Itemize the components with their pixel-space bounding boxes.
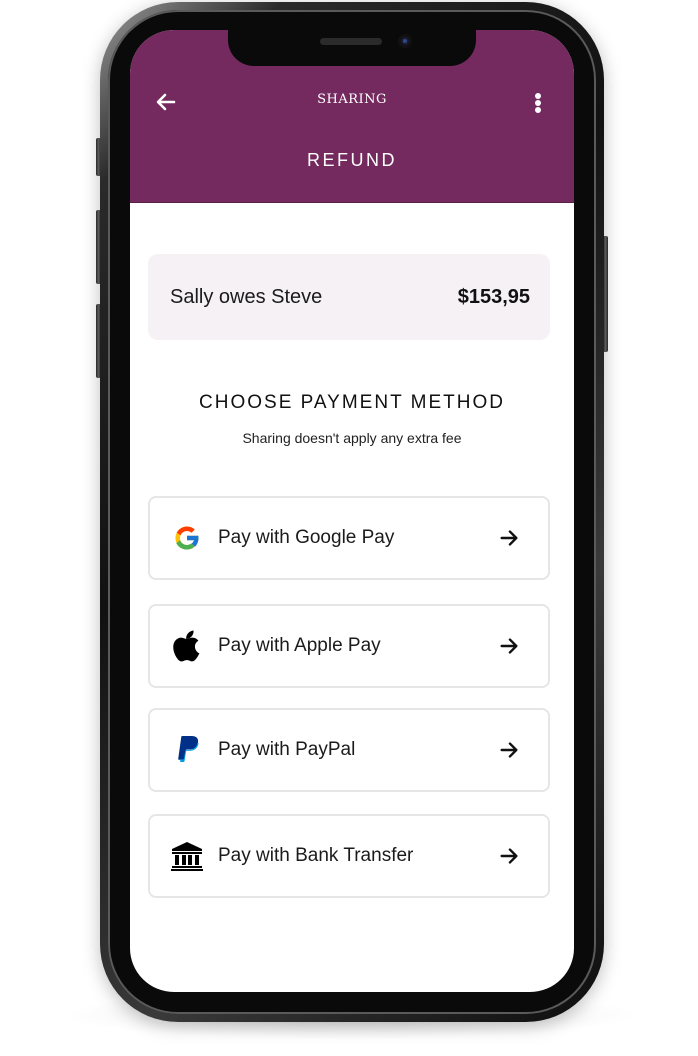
- paypal-icon: [170, 733, 204, 767]
- owes-text: Sally owes Steve: [170, 285, 323, 308]
- arrow-right-icon: [500, 530, 518, 546]
- apple-icon: [170, 629, 204, 663]
- pay-bank-transfer-label: Pay with Bank Transfer: [218, 845, 414, 866]
- owes-amount: $153,95: [457, 285, 530, 308]
- arrow-right-icon: [500, 742, 518, 758]
- section-title: CHOOSE PAYMENT METHOD: [199, 392, 505, 413]
- section-subtitle: Sharing doesn't apply any extra fee: [242, 430, 462, 446]
- app-header: SHARING REFUND: [130, 30, 574, 203]
- pay-apple-label: Pay with Apple Pay: [218, 635, 381, 656]
- pay-google-label: Pay with Google Pay: [218, 527, 395, 548]
- app-title: SHARING: [317, 92, 387, 107]
- owes-summary-card: Sally owes Steve $153,95: [148, 254, 550, 340]
- more-options-button[interactable]: [528, 90, 548, 116]
- front-camera: [398, 34, 412, 48]
- app-screen: SHARING REFUND Sally owes Steve $153,95 …: [130, 30, 574, 992]
- google-icon: [170, 521, 204, 555]
- pay-paypal-button[interactable]: Pay with PayPal: [148, 708, 550, 792]
- bank-icon: [170, 839, 204, 873]
- speaker-grille: [320, 38, 382, 45]
- pay-bank-transfer-button[interactable]: Pay with Bank Transfer: [148, 814, 550, 898]
- phone-notch: [228, 30, 476, 66]
- pay-paypal-label: Pay with PayPal: [218, 739, 356, 760]
- pay-apple-button[interactable]: Pay with Apple Pay: [148, 604, 550, 688]
- more-vertical-icon: [535, 93, 541, 99]
- arrow-right-icon: [500, 638, 518, 654]
- pay-google-button[interactable]: Pay with Google Pay: [148, 496, 550, 580]
- arrow-right-icon: [500, 848, 518, 864]
- page-title: REFUND: [307, 150, 397, 170]
